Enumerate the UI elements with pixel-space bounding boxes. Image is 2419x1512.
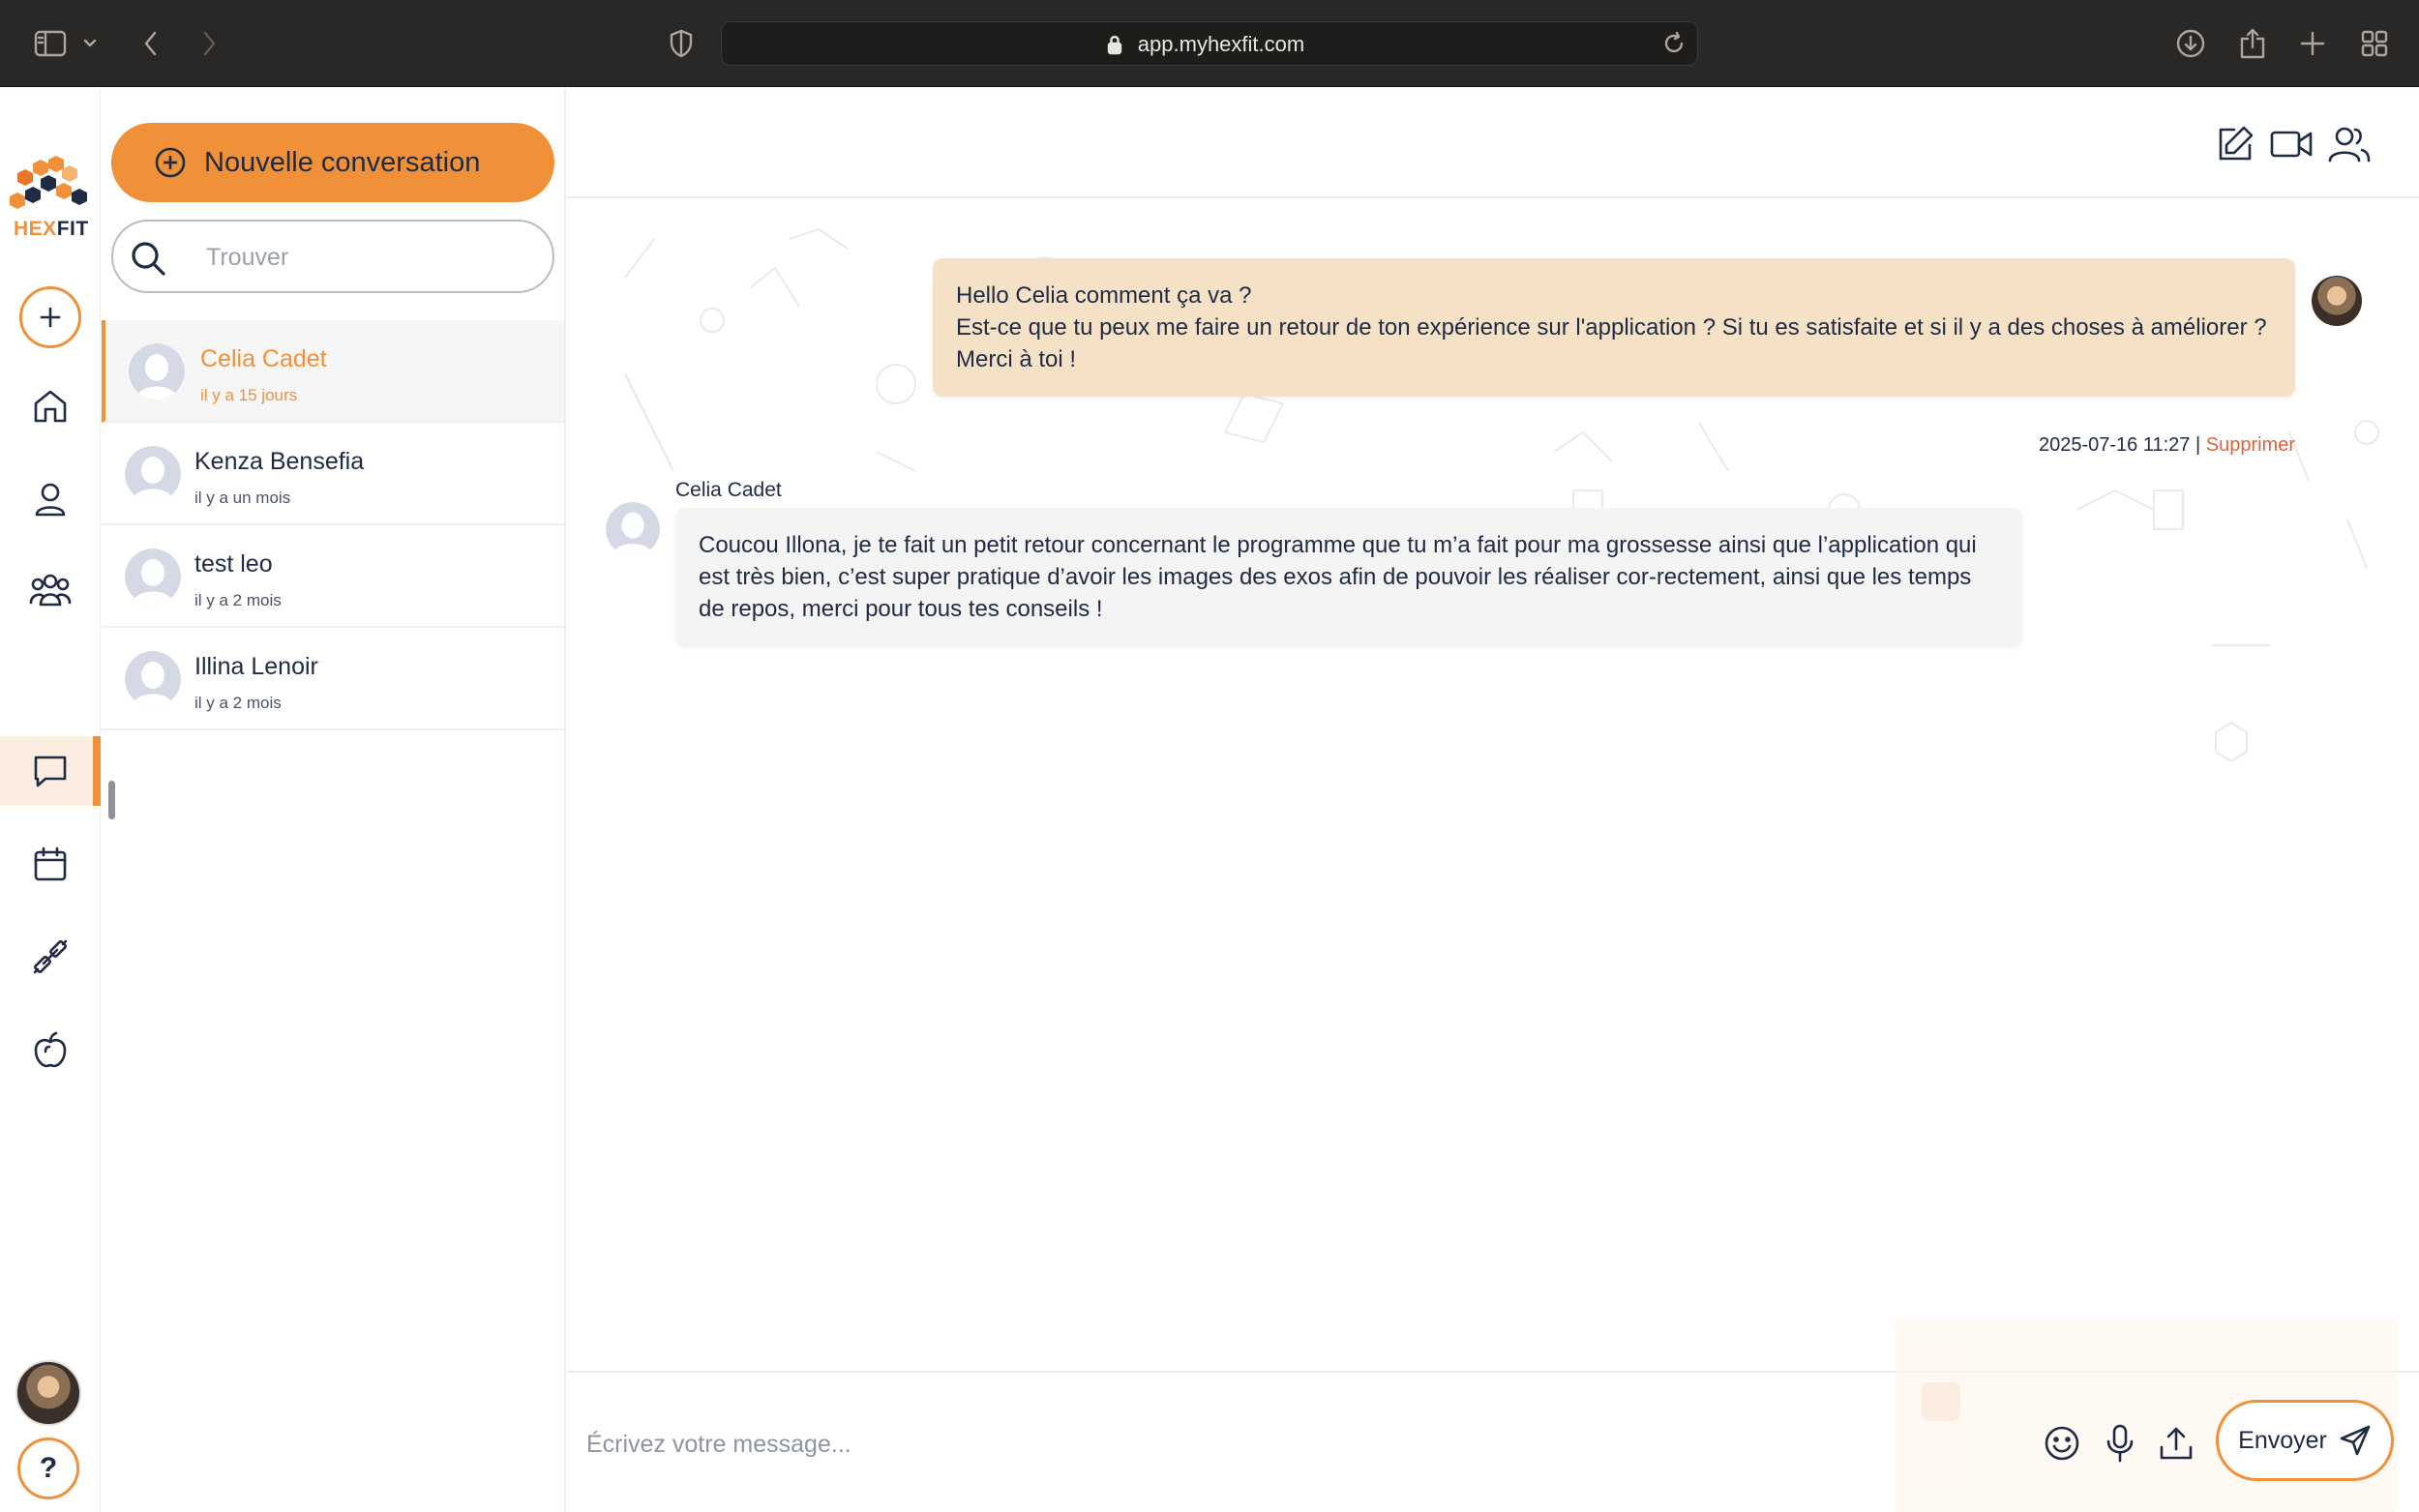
default-avatar-icon (125, 651, 181, 707)
user-icon (35, 483, 66, 517)
tabs-grid-icon[interactable] (2355, 24, 2394, 63)
chat-panel: Hello Celia comment ça va ? Est-ce que t… (567, 88, 2419, 1512)
conversation-item[interactable]: Celia Cadet il y a 15 jours (102, 320, 564, 423)
hexfit-logo[interactable]: HEXFIT (6, 154, 95, 243)
new-conversation-label: Nouvelle conversation (204, 146, 481, 178)
new-tab-icon[interactable] (2293, 24, 2332, 63)
message-timestamp: 2025-07-16 11:27 (2038, 434, 2191, 456)
shield-icon[interactable] (662, 24, 701, 63)
conversation-panel: Nouvelle conversation Celia Cadet il y a… (102, 88, 566, 1512)
chat-icon (34, 756, 67, 787)
message-input[interactable] (586, 1415, 1844, 1473)
message-text: Coucou Illona, je te fait un petit retou… (699, 532, 1977, 622)
search-icon (132, 242, 165, 276)
contact-avatar (606, 502, 660, 556)
plus-icon (19, 286, 81, 348)
list-scrollbar[interactable] (108, 781, 115, 819)
conversation-list: Celia Cadet il y a 15 jours Kenza Bensef… (102, 320, 564, 730)
users-icon (2328, 127, 2371, 163)
dumbbell-icon (33, 939, 68, 974)
search-input[interactable] (206, 233, 535, 282)
edit-icon (2219, 126, 2254, 161)
address-bar[interactable]: app.myhexfit.com (721, 21, 1698, 66)
voice-message-button[interactable] (2098, 1421, 2142, 1466)
message-composer: Envoyer (567, 1319, 2419, 1512)
last-activity: il y a un mois (194, 489, 291, 507)
rail-add-button[interactable] (0, 282, 101, 352)
default-avatar-icon (129, 343, 185, 400)
rail-workouts[interactable] (0, 922, 101, 992)
conversation-item[interactable]: test leo il y a 2 mois (102, 525, 564, 628)
emoji-button[interactable] (2040, 1421, 2084, 1466)
hexagon-logo-icon (10, 156, 87, 209)
edit-button[interactable] (2212, 121, 2258, 167)
chat-header (567, 88, 2419, 198)
hexfit-wordmark: HEXFIT (14, 218, 89, 240)
user-avatar[interactable] (15, 1360, 81, 1426)
send-button[interactable]: Envoyer (2216, 1400, 2394, 1481)
contact-name: Celia Cadet (200, 345, 327, 372)
emoji-icon (2045, 1426, 2079, 1461)
rail-messages[interactable] (0, 736, 101, 806)
browser-toolbar: app.myhexfit.com (0, 0, 2419, 87)
contact-name: Kenza Bensefia (194, 448, 365, 475)
reload-icon[interactable] (1658, 28, 1689, 64)
warning-icon (1922, 1382, 1960, 1421)
contact-avatar (129, 343, 185, 400)
back-icon[interactable] (132, 24, 170, 63)
help-button[interactable]: ? (17, 1438, 79, 1499)
message-sender-name: Celia Cadet (675, 479, 782, 501)
app-sidebar: HEXFIT ? (0, 88, 101, 1512)
apple-icon (34, 1031, 67, 1068)
sidebar-toggle-icon[interactable] (31, 24, 70, 63)
new-conversation-button[interactable]: Nouvelle conversation (111, 123, 554, 202)
chevron-down-icon[interactable] (75, 24, 105, 63)
help-icon: ? (39, 1452, 58, 1484)
send-label: Envoyer (2238, 1426, 2327, 1454)
conversation-item[interactable]: Illina Lenoir il y a 2 mois (102, 628, 564, 730)
default-avatar-icon (125, 446, 181, 502)
participants-button[interactable] (2326, 121, 2373, 167)
contact-avatar (125, 446, 181, 502)
message-meta: 2025-07-16 11:27 | Supprimer (2039, 434, 2295, 457)
conversation-search[interactable] (111, 220, 554, 293)
default-avatar-icon (125, 548, 181, 605)
contact-avatar (125, 548, 181, 605)
rail-nutrition[interactable] (0, 1015, 101, 1084)
rail-home[interactable] (0, 371, 101, 441)
message-bubble-incoming: Coucou Illona, je te fait un petit retou… (675, 508, 2022, 646)
home-icon (34, 390, 67, 423)
send-icon (2340, 1425, 2371, 1456)
meta-separator: | (2190, 434, 2206, 456)
group-icon (29, 574, 72, 607)
attach-file-button[interactable] (2154, 1421, 2198, 1466)
rail-profile[interactable] (0, 464, 101, 534)
message-text: Hello Celia comment ça va ? Est-ce que t… (956, 282, 2267, 372)
video-icon (2270, 131, 2313, 158)
last-activity: il y a 15 jours (200, 386, 298, 404)
last-activity: il y a 2 mois (194, 591, 282, 609)
share-icon[interactable] (2233, 24, 2272, 63)
last-activity: il y a 2 mois (194, 694, 282, 712)
message-bubble-outgoing: Hello Celia comment ça va ? Est-ce que t… (933, 258, 2295, 397)
upload-icon (2160, 1427, 2193, 1460)
calendar-icon (34, 846, 67, 881)
video-call-button[interactable] (2268, 121, 2314, 167)
conversation-item[interactable]: Kenza Bensefia il y a un mois (102, 423, 564, 525)
plus-circle-icon (155, 147, 186, 178)
contact-avatar (125, 651, 181, 707)
url-text[interactable]: app.myhexfit.com (722, 22, 1697, 67)
contact-name: Illina Lenoir (194, 653, 318, 680)
rail-calendar[interactable] (0, 829, 101, 899)
delete-message-link[interactable]: Supprimer (2206, 434, 2295, 456)
default-avatar-icon (606, 502, 660, 556)
contact-name: test leo (194, 550, 273, 578)
sender-avatar (2312, 276, 2362, 326)
microphone-icon (2106, 1424, 2134, 1463)
rail-clients[interactable] (0, 555, 101, 625)
forward-icon[interactable] (190, 24, 228, 63)
download-icon[interactable] (2171, 24, 2210, 63)
